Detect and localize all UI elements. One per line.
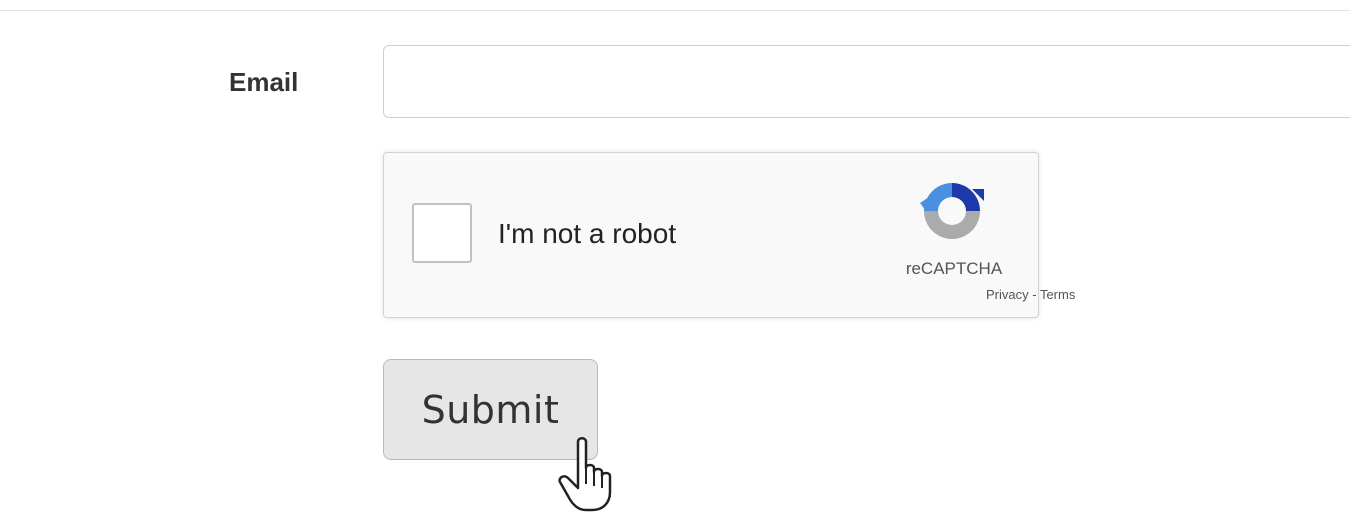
email-form-page: Email I'm not a robot reCAPTCHA Privacy … — [0, 0, 1350, 522]
terms-link[interactable]: Terms — [1040, 287, 1075, 302]
submit-button[interactable]: Submit — [383, 359, 598, 460]
recaptcha-label: I'm not a robot — [498, 218, 677, 249]
recaptcha-links: Privacy - Terms — [986, 287, 1075, 303]
privacy-link[interactable]: Privacy — [986, 287, 1029, 302]
email-input[interactable] — [383, 45, 1350, 118]
recaptcha-logo-icon — [920, 183, 984, 239]
recaptcha-widget: I'm not a robot reCAPTCHA Privacy - Term… — [383, 152, 1075, 318]
recaptcha-brand: reCAPTCHA — [905, 259, 1003, 278]
recaptcha-checkbox[interactable] — [412, 203, 472, 263]
links-separator: - — [1028, 287, 1040, 302]
email-label: Email — [229, 67, 299, 97]
top-divider — [0, 10, 1350, 11]
